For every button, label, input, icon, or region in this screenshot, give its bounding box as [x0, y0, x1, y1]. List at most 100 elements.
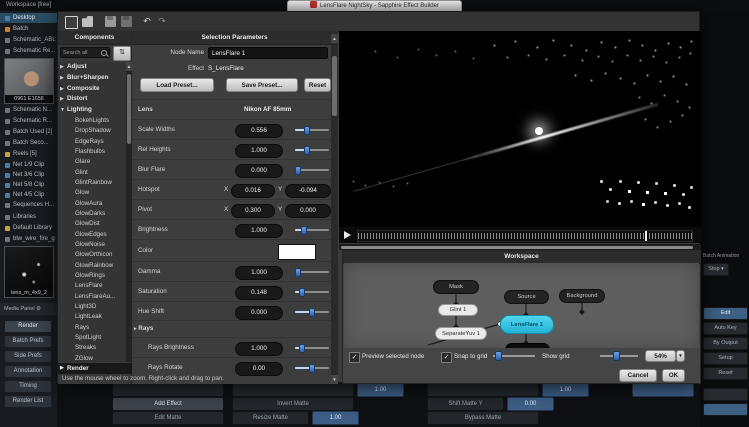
lens-value[interactable]: Nikon AF 85mm — [244, 103, 291, 116]
toolbar-value[interactable] — [632, 383, 694, 397]
snap-dropdown[interactable]: Stop ▾ — [703, 263, 729, 276]
grid-size-slider[interactable] — [493, 351, 535, 361]
toolbar-button[interactable] — [703, 388, 748, 401]
blur-flare-slider[interactable] — [295, 165, 329, 175]
rays-rotate-slider[interactable] — [295, 363, 329, 373]
sort-button[interactable]: ⇅ — [113, 46, 131, 61]
open-folder-icon[interactable] — [82, 16, 93, 27]
play-icon[interactable] — [344, 231, 351, 239]
component-item[interactable]: LightLeak — [58, 312, 126, 322]
component-item[interactable]: GlowNoise — [58, 240, 126, 250]
hue-shift-slider[interactable] — [295, 307, 329, 317]
blur-flare-value[interactable]: 0.000 — [235, 164, 283, 178]
component-item[interactable]: GlintRainbow — [58, 178, 126, 188]
category-adjust[interactable]: ▶Adjust — [58, 62, 126, 73]
component-item[interactable]: GlowRings — [58, 271, 126, 281]
component-item[interactable]: GlowEdges — [58, 230, 126, 240]
node-separate[interactable]: SeparateYuv 1 — [435, 327, 487, 340]
node-glint[interactable]: Glint 1 — [438, 304, 478, 316]
bypass-matte-button[interactable]: Bypass Matte — [427, 411, 539, 425]
hotspot-x-value[interactable]: 0.016 — [231, 184, 275, 198]
save-preset-button[interactable]: Save Preset... — [226, 78, 298, 92]
zoom-slider[interactable] — [600, 351, 638, 361]
node-name-input[interactable]: LensFlare 1 — [208, 47, 328, 59]
hotspot-y-value[interactable]: -0.094 — [285, 184, 331, 198]
pivot-x-value[interactable]: 0.300 — [231, 204, 275, 218]
snap-to-grid-checkbox[interactable]: ✓ — [441, 352, 452, 363]
component-item[interactable]: BokehLights — [58, 116, 126, 126]
search-input[interactable]: Search all — [60, 47, 110, 58]
component-item[interactable]: GlowRainbow — [58, 261, 126, 271]
pivot-y-value[interactable]: 0.000 — [285, 204, 331, 218]
gamma-slider[interactable] — [295, 267, 329, 277]
timing-button[interactable]: Timing — [4, 380, 52, 393]
component-item[interactable]: DropShadow — [58, 126, 126, 136]
category-distort[interactable]: ▶Distort — [58, 94, 126, 105]
scale-widths-value[interactable]: 0.556 — [235, 124, 283, 138]
component-item[interactable]: Flashbulbs — [58, 147, 126, 157]
scroll-up-icon[interactable]: ▲ — [331, 34, 338, 43]
edit-matte-button[interactable]: Edit Matte — [112, 411, 224, 425]
component-item[interactable]: Rays — [58, 323, 126, 333]
rel-heights-slider[interactable] — [295, 145, 329, 155]
component-item[interactable]: Glare — [58, 157, 126, 167]
toolbar-value[interactable]: 1.00 — [357, 383, 404, 397]
brightness-slider[interactable] — [295, 225, 329, 235]
node-lensflare-selected[interactable]: LensFlare 1 — [500, 315, 554, 334]
edit-button[interactable]: Edit — [703, 307, 748, 320]
invert-matte-button[interactable]: Invert Matte — [232, 397, 354, 411]
component-item[interactable]: Light3D — [58, 302, 126, 312]
node-graph[interactable]: Mask Glint 1 SeparateYuv 1 Source LensFl… — [344, 263, 699, 348]
component-item[interactable]: GlowDist — [58, 219, 126, 229]
scale-widths-slider[interactable] — [295, 125, 329, 135]
resize-matte-button[interactable]: Resize Matte — [232, 411, 309, 425]
dialog-titlebar[interactable]: LensFlare NightSky - Sapphire Effect Bui… — [287, 0, 462, 11]
component-item[interactable]: LensFlare — [58, 281, 126, 291]
node-background[interactable]: Background — [559, 289, 605, 303]
shift-matte-button[interactable]: Shift Matte Y — [427, 397, 504, 411]
save-as-icon[interactable] — [121, 16, 132, 27]
setup-button[interactable]: Setup — [703, 352, 748, 365]
node-source[interactable]: Source — [504, 290, 549, 304]
ok-button[interactable]: OK — [662, 369, 685, 382]
clip-thumbnail-portrait[interactable]: 0961 E1656 — [4, 58, 54, 104]
component-item[interactable]: GlowOrthicon — [58, 250, 126, 260]
toolbar-button[interactable] — [232, 383, 354, 397]
component-item[interactable]: SpotLight — [58, 333, 126, 343]
timeline-scrubber[interactable] — [357, 230, 693, 242]
undo-icon[interactable]: ↶ — [141, 16, 153, 27]
brightness-value[interactable]: 1.000 — [235, 224, 283, 238]
annotation-button[interactable]: Annotation — [4, 365, 52, 378]
dropdown-arrow-icon[interactable]: ▾ — [676, 350, 685, 362]
new-document-icon[interactable] — [65, 16, 78, 29]
rel-heights-value[interactable]: 1.000 — [235, 144, 283, 158]
preview-selected-checkbox[interactable]: ✓ — [349, 352, 360, 363]
param-section-rays[interactable]: ▸ Rays — [132, 320, 331, 338]
gamma-value[interactable]: 1.000 — [235, 266, 283, 280]
side-prefs-button[interactable]: Side Prefs — [4, 350, 52, 363]
toolbar-value[interactable] — [703, 403, 748, 416]
category-render[interactable]: ▶Render — [58, 363, 135, 374]
redo-icon[interactable]: ↷ — [156, 16, 168, 27]
parameters-scrollbar[interactable]: ▲ ▼ — [331, 45, 338, 384]
zoom-level-dropdown[interactable]: 54% — [645, 350, 676, 362]
render-button[interactable]: Render — [4, 320, 52, 333]
clip-thumbnail-night[interactable]: lens_m_4x9_2 — [4, 246, 54, 298]
component-item[interactable]: Glow — [58, 188, 126, 198]
color-swatch[interactable] — [278, 244, 316, 260]
auto-key-button[interactable]: Auto Key — [703, 322, 748, 335]
cancel-button[interactable]: Cancel — [619, 369, 657, 382]
component-item[interactable]: Streaks — [58, 343, 126, 353]
toolbar-button[interactable] — [112, 383, 224, 397]
component-item[interactable]: EdgeRays — [58, 137, 126, 147]
reset-right-button[interactable]: Reset — [703, 367, 748, 380]
category-composite[interactable]: ▶Composite — [58, 84, 126, 95]
scrollbar-thumb[interactable] — [127, 74, 131, 144]
reset-button[interactable]: Reset — [304, 78, 331, 92]
category-blur-sharpen[interactable]: ▶Blur+Sharpen — [58, 73, 126, 84]
toolbar-value[interactable]: 1.00 — [542, 383, 589, 397]
save-icon[interactable] — [105, 16, 116, 27]
component-item[interactable]: LensFlareAu... — [58, 292, 126, 302]
saturation-slider[interactable] — [295, 287, 329, 297]
component-item[interactable]: Glint — [58, 168, 126, 178]
